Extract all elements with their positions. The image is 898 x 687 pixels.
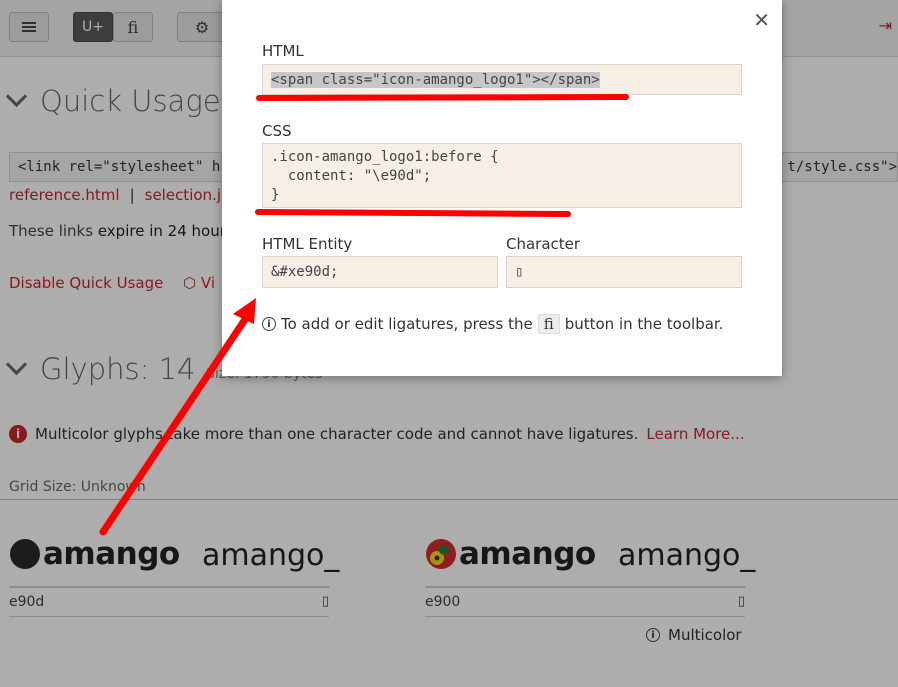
tip-suffix: button in the toolbar.	[564, 315, 724, 333]
character-field[interactable]: ▯	[506, 256, 742, 288]
ligature-button-hint: fi	[537, 314, 560, 334]
html-label: HTML	[262, 42, 304, 60]
character-label: Character	[506, 235, 581, 253]
html-code-field[interactable]: <span class="icon-amango_logo1"></span>	[262, 64, 742, 95]
tip-prefix: To add or edit ligatures, press the	[281, 315, 533, 333]
close-icon[interactable]: ✕	[753, 8, 770, 32]
html-entity-field[interactable]: &#xe90d;	[262, 256, 498, 288]
glyph-code-dialog: ✕ HTML <span class="icon-amango_logo1"><…	[222, 0, 782, 376]
html-entity-label: HTML Entity	[262, 235, 353, 253]
ligature-tip: i To add or edit ligatures, press the fi…	[262, 314, 723, 334]
css-code-field[interactable]: .icon-amango_logo1:before { content: "\e…	[262, 143, 742, 208]
html-code-text: <span class="icon-amango_logo1"></span>	[271, 72, 600, 88]
info-icon: i	[262, 317, 276, 331]
css-label: CSS	[262, 122, 292, 140]
